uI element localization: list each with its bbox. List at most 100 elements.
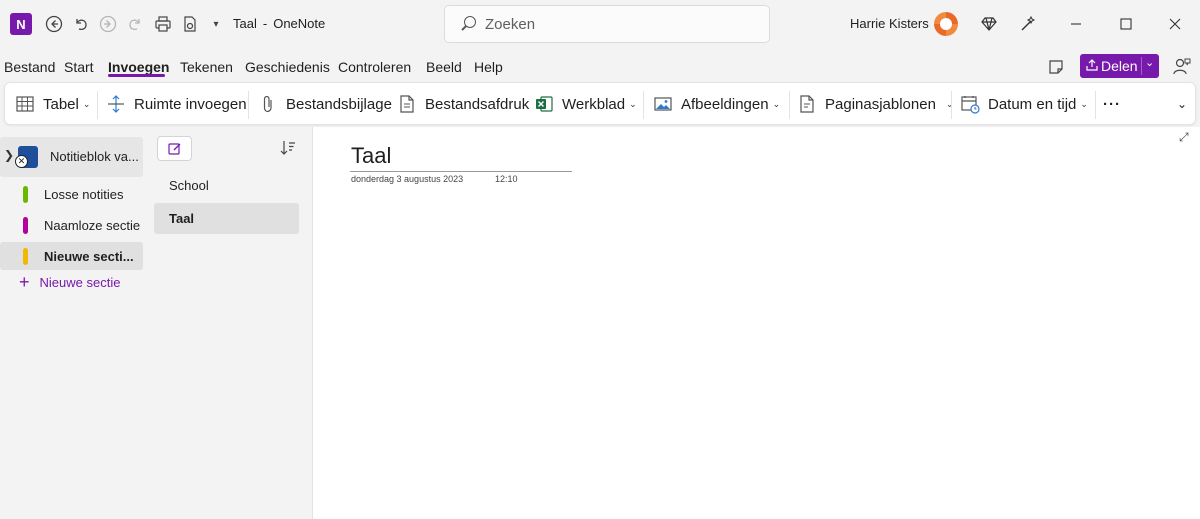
file-printout-button[interactable]: Bestandsafdruk: [397, 93, 529, 115]
ribbon-divider: [1095, 91, 1096, 119]
section-color-tab: [23, 217, 28, 234]
page-item-active[interactable]: Taal: [154, 203, 299, 234]
section-color-tab: [23, 248, 28, 265]
ribbon-divider: [789, 91, 790, 119]
ribbon-collapse-chevron-icon[interactable]: ⌄: [1177, 93, 1187, 115]
sort-icon[interactable]: [278, 138, 298, 158]
tab-start[interactable]: Start: [64, 59, 94, 75]
notebook-header[interactable]: ❯ ✕ Notitieblok va...: [0, 137, 143, 177]
table-label: Tabel: [43, 95, 79, 113]
share-divider: [1141, 57, 1142, 75]
more-options-button[interactable]: ···: [1103, 93, 1121, 115]
table-chevron-icon: ⌄: [82, 98, 91, 109]
insert-space-button[interactable]: Ruimte invoegen: [106, 93, 247, 115]
page-date: donderdag 3 augustus 2023: [351, 174, 464, 184]
new-page-icon: [167, 142, 180, 155]
minimize-button[interactable]: [1062, 10, 1090, 38]
print-icon[interactable]: [152, 13, 174, 35]
tab-geschiedenis[interactable]: Geschiedenis: [245, 59, 330, 75]
images-label: Afbeeldingen: [681, 95, 769, 113]
undo-icon[interactable]: [70, 13, 92, 35]
date-time-button[interactable]: Datum en tijd ⌄: [960, 93, 1088, 115]
add-page-button[interactable]: [157, 136, 192, 161]
redo-icon[interactable]: [124, 13, 146, 35]
note-canvas[interactable]: ⤢ Taal donderdag 3 augustus 2023 12:10: [312, 127, 1200, 519]
ribbon-toolbar: Tabel ⌄ Ruimte invoegen Bestandsbijlage …: [4, 82, 1196, 125]
close-button[interactable]: [1161, 10, 1189, 38]
maximize-button[interactable]: [1112, 10, 1140, 38]
tab-controleren[interactable]: Controleren: [338, 59, 411, 75]
notebook-name: Notitieblok va...: [50, 149, 139, 164]
image-icon: [653, 94, 673, 114]
title-underline: [350, 171, 572, 172]
pages-panel: School Taal: [147, 127, 310, 519]
active-tab-indicator: [108, 74, 165, 77]
fullscreen-expand-icon[interactable]: ⤢: [1179, 130, 1189, 145]
spreadsheet-label: Werkblad: [562, 95, 626, 113]
customize-toolbar-chevron-icon[interactable]: ▾: [205, 13, 227, 35]
share-button[interactable]: Delen ⌄: [1080, 54, 1159, 78]
page-time: 12:10: [495, 174, 518, 184]
page-item[interactable]: School: [154, 170, 299, 201]
back-icon[interactable]: [43, 13, 65, 35]
date-time-chevron-icon: ⌄: [1080, 98, 1088, 109]
excel-icon: [534, 94, 554, 114]
feedback-icon[interactable]: [1171, 56, 1193, 78]
spreadsheet-chevron-icon: ⌄: [629, 98, 637, 109]
onenote-logo-icon: N: [10, 13, 32, 35]
avatar[interactable]: [933, 11, 959, 37]
window-title: Taal - OneNote: [233, 16, 326, 31]
page-title[interactable]: Taal: [351, 143, 391, 169]
search-icon: [460, 15, 478, 33]
page-templates-label: Paginasjablonen: [825, 95, 936, 113]
print-preview-icon[interactable]: [179, 13, 201, 35]
section-item[interactable]: Losse notities: [0, 180, 143, 208]
tab-help[interactable]: Help: [474, 59, 503, 75]
ribbon-divider: [643, 91, 644, 119]
notebook-panel: ❯ ✕ Notitieblok va... Losse notities Naa…: [0, 127, 147, 519]
add-section-button[interactable]: + Nieuwe sectie: [19, 272, 121, 292]
magic-wand-icon[interactable]: [1014, 10, 1042, 38]
add-section-label: Nieuwe sectie: [39, 275, 121, 290]
page-label: School: [169, 178, 209, 193]
tab-tekenen[interactable]: Tekenen: [180, 59, 233, 75]
ribbon-divider: [248, 91, 249, 119]
section-item-active[interactable]: Nieuwe secti...: [0, 242, 143, 270]
date-time-label: Datum en tijd: [988, 95, 1077, 113]
table-icon: [15, 94, 35, 114]
notebook-collapse-chevron-icon[interactable]: ❯: [4, 148, 14, 162]
search-input[interactable]: [485, 13, 755, 35]
section-label: Nieuwe secti...: [44, 249, 134, 264]
user-name[interactable]: Harrie Kisters: [850, 16, 929, 31]
forward-icon[interactable]: [97, 13, 119, 35]
tab-invoegen[interactable]: Invoegen: [108, 59, 169, 75]
plus-icon: +: [19, 272, 30, 292]
title-bar: N ▾ Taal-OneNote Harrie Kisters: [0, 0, 1200, 48]
ribbon-divider: [97, 91, 98, 119]
insert-space-label: Ruimte invoegen: [134, 95, 247, 113]
images-chevron-icon: ⌄: [772, 98, 781, 109]
section-item[interactable]: Naamloze sectie: [0, 211, 143, 239]
file-attachment-button[interactable]: Bestandsbijlage: [258, 93, 392, 115]
sync-error-icon: ✕: [15, 155, 28, 168]
search-box[interactable]: [444, 5, 770, 43]
premium-diamond-icon[interactable]: [975, 10, 1003, 38]
table-button[interactable]: Tabel ⌄: [15, 93, 90, 115]
page-templates-button[interactable]: Paginasjablonen ⌄: [797, 93, 953, 115]
share-chevron-icon[interactable]: ⌄: [1145, 56, 1154, 69]
spreadsheet-button[interactable]: Werkblad ⌄: [534, 93, 637, 115]
section-color-tab: [23, 186, 28, 203]
share-label: Delen: [1101, 58, 1138, 74]
tab-bestand[interactable]: Bestand: [4, 59, 55, 75]
notebook-icon: ✕: [15, 146, 38, 168]
calendar-clock-icon: [960, 94, 980, 114]
file-printout-icon: [397, 94, 417, 114]
file-attachment-label: Bestandsbijlage: [286, 95, 392, 113]
page-template-icon: [797, 94, 817, 114]
sticky-notes-icon[interactable]: [1045, 56, 1067, 78]
file-printout-label: Bestandsafdruk: [425, 95, 530, 113]
section-label: Losse notities: [44, 187, 124, 202]
tab-beeld[interactable]: Beeld: [426, 59, 462, 75]
images-button[interactable]: Afbeeldingen ⌄: [653, 93, 780, 115]
insert-space-icon: [106, 94, 126, 114]
